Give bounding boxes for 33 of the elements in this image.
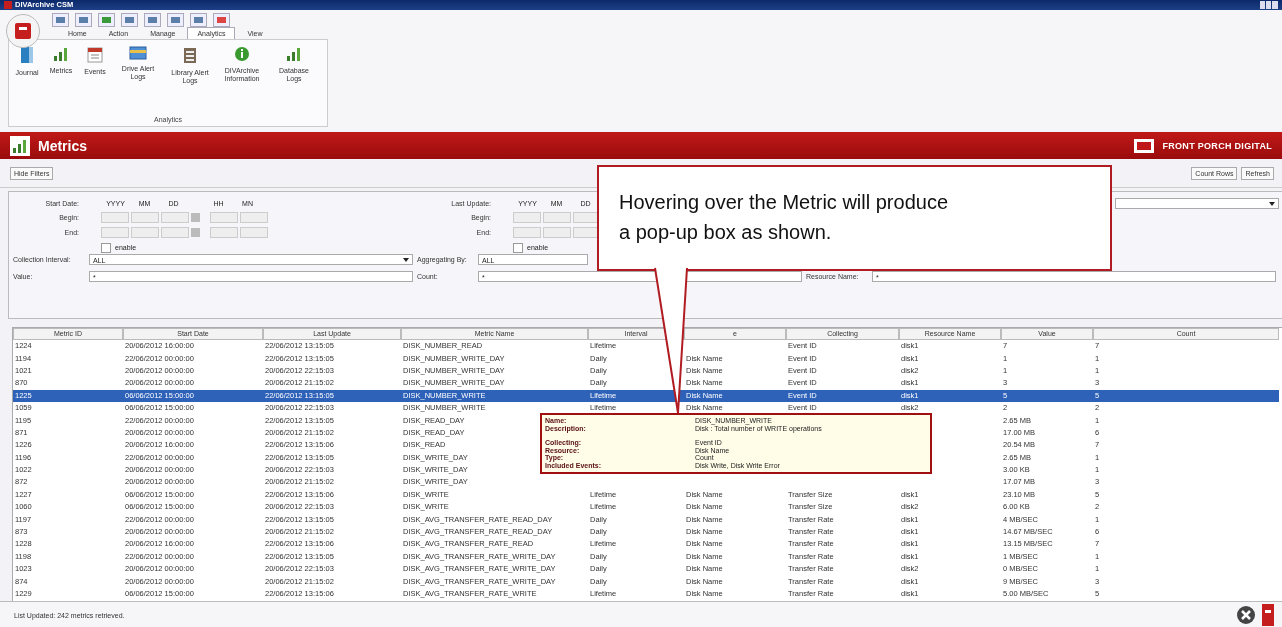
brand-logo-icon xyxy=(1134,138,1155,153)
bar-chart-icon xyxy=(53,46,69,62)
brand-name: FRONT PORCH DIGITAL xyxy=(1162,140,1272,151)
spin-field[interactable] xyxy=(240,211,268,223)
logo-icon xyxy=(14,22,32,40)
spin-field[interactable] xyxy=(543,211,571,223)
spin-field[interactable] xyxy=(161,211,189,223)
checkbox[interactable] xyxy=(513,242,523,253)
app-icon xyxy=(4,1,12,9)
book-icon xyxy=(20,46,34,64)
spin-field[interactable] xyxy=(131,211,159,223)
spin-field[interactable] xyxy=(543,227,571,239)
page-title: Metrics xyxy=(38,137,88,154)
checkbox[interactable] xyxy=(101,242,111,253)
close-icon[interactable] xyxy=(1236,605,1256,625)
bar-chart-icon xyxy=(12,137,28,154)
bar-chart-icon xyxy=(286,46,302,62)
clipboard-icon xyxy=(183,46,197,64)
spin-field[interactable] xyxy=(513,227,541,239)
card-icon xyxy=(129,46,147,60)
callout-text: Hovering over the Metric will produce a pop-up box as shown. xyxy=(619,190,950,245)
spin-field[interactable] xyxy=(240,227,268,239)
spin-field[interactable] xyxy=(210,227,238,239)
info-icon xyxy=(234,46,250,62)
dropdown[interactable] xyxy=(1115,198,1279,209)
spin-field[interactable] xyxy=(161,227,189,239)
app-menu-button[interactable] xyxy=(6,14,40,48)
spin-field[interactable] xyxy=(131,227,159,239)
spin-field[interactable] xyxy=(210,211,238,223)
spin-field[interactable] xyxy=(101,227,129,239)
spin-field[interactable] xyxy=(101,211,129,223)
spin-field[interactable] xyxy=(513,211,541,223)
window-controls-icon[interactable] xyxy=(1260,1,1278,9)
